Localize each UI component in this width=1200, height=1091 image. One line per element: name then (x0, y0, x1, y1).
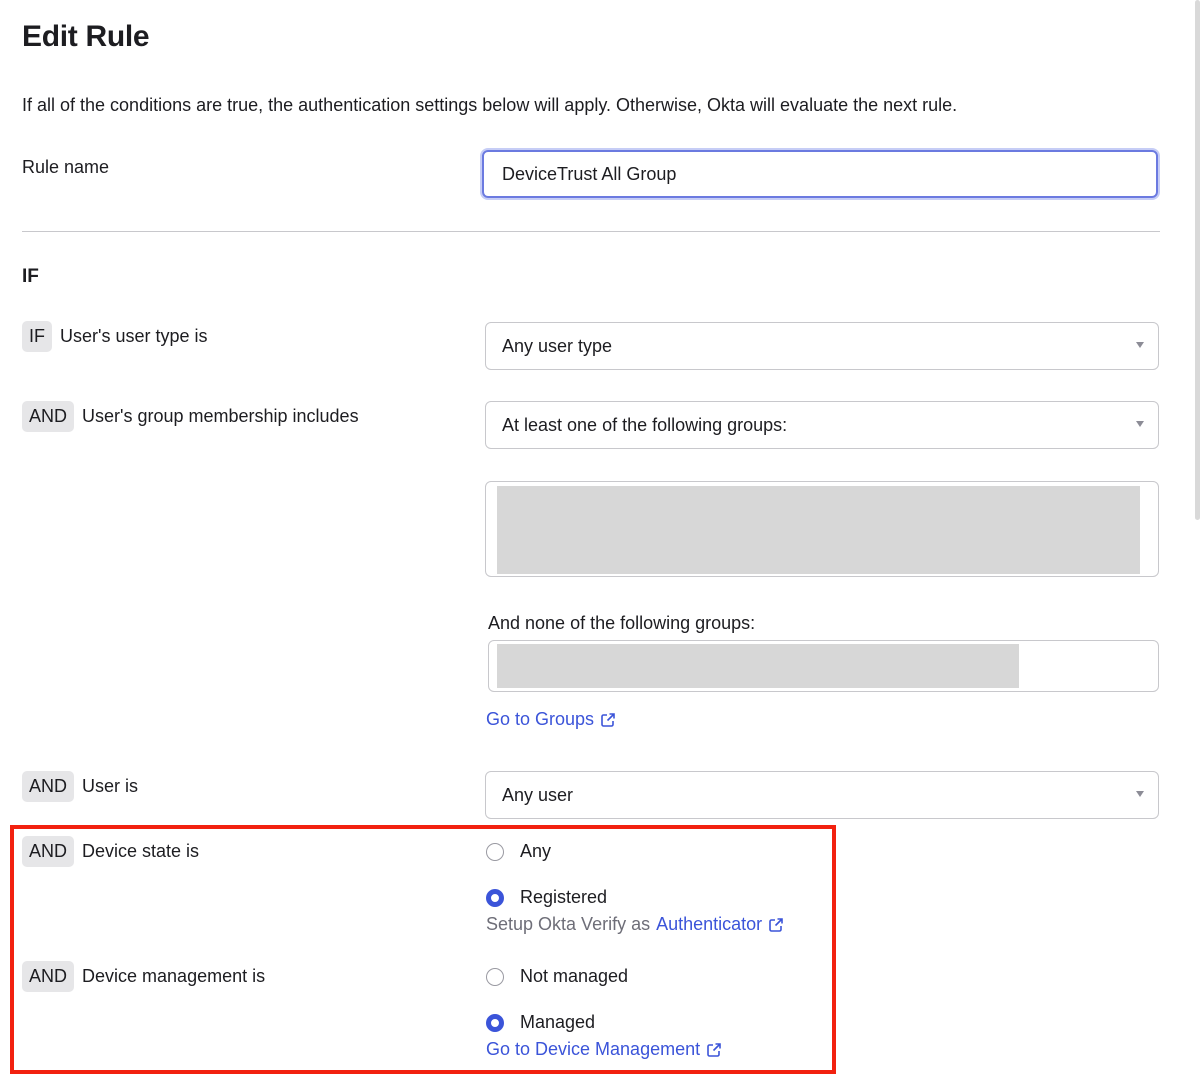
redacted-groups (497, 644, 1019, 688)
user-is-select[interactable]: Any user (485, 771, 1159, 819)
rule-name-label: Rule name (22, 157, 110, 177)
and-badge: AND (22, 401, 75, 432)
and-badge: AND (22, 771, 75, 802)
exclude-groups-label: And none of the following groups: (488, 613, 756, 633)
group-membership-value: At least one of the following groups: (502, 414, 788, 435)
user-is-value: Any user (502, 784, 574, 805)
group-membership-label: User's group membership includes (82, 406, 359, 426)
if-heading: IF (22, 266, 39, 287)
group-membership-condition: AND User's group membership includes (22, 401, 359, 432)
include-groups-field[interactable] (485, 481, 1159, 577)
caret-down-icon (1136, 791, 1144, 797)
external-link-icon (601, 712, 615, 727)
user-type-label: User's user type is (60, 326, 208, 346)
if-badge: IF (22, 321, 52, 352)
group-membership-select[interactable]: At least one of the following groups: (485, 401, 1159, 449)
redacted-groups (497, 486, 1140, 574)
highlight-annotation-box (10, 825, 836, 1074)
user-type-condition: IF User's user type is (22, 321, 207, 352)
go-to-groups-link[interactable]: Go to Groups (486, 709, 616, 730)
scrollbar[interactable] (1195, 0, 1200, 520)
page-title: Edit Rule (22, 20, 150, 53)
rule-name-input[interactable]: DeviceTrust All Group (482, 150, 1158, 198)
divider (22, 231, 1160, 232)
exclude-groups-field[interactable] (488, 640, 1159, 692)
user-is-condition: AND User is (22, 771, 138, 802)
user-type-value: Any user type (502, 335, 613, 356)
user-type-select[interactable]: Any user type (485, 322, 1159, 370)
caret-down-icon (1136, 342, 1144, 348)
go-to-groups-label: Go to Groups (486, 709, 595, 729)
user-is-label: User is (82, 776, 139, 796)
page-description: If all of the conditions are true, the a… (22, 95, 958, 115)
caret-down-icon (1136, 421, 1144, 427)
